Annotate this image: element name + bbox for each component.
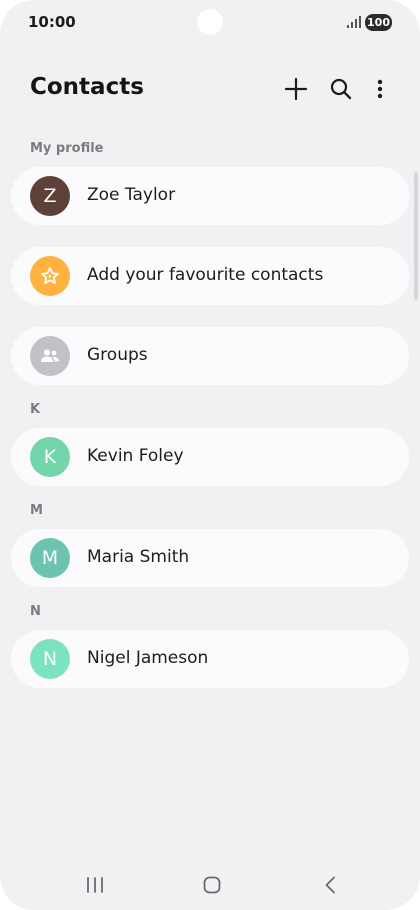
star-icon [41, 267, 59, 285]
avatar: Z [30, 176, 70, 216]
home-icon [203, 876, 221, 894]
status-time: 10:00 [28, 13, 76, 31]
section-label-k: K [30, 402, 41, 417]
groups-avatar [30, 336, 70, 376]
recent-apps-icon [87, 877, 103, 893]
add-contact-button[interactable] [281, 74, 311, 104]
people-icon [41, 349, 59, 362]
battery-indicator: 100 [365, 14, 392, 31]
avatar-initial: Z [43, 185, 57, 207]
section-label-m: M [30, 503, 43, 518]
back-icon [325, 876, 335, 894]
contact-name: Nigel Jameson [87, 648, 209, 668]
avatar: N [30, 639, 70, 679]
avatar: M [30, 538, 70, 578]
favourites-label: Add your favourite contacts [87, 265, 324, 285]
back-button[interactable] [315, 870, 345, 900]
section-label-my-profile: My profile [30, 141, 104, 156]
avatar-initial: N [42, 648, 58, 670]
avatar-initial: M [41, 547, 59, 569]
home-button[interactable] [197, 870, 227, 900]
contact-name: Maria Smith [87, 547, 190, 567]
signal-icon [347, 16, 361, 28]
groups-label: Groups [87, 345, 148, 365]
plus-icon [285, 78, 307, 100]
profile-card[interactable]: Z Zoe Taylor [11, 167, 409, 225]
avatar-initial: K [43, 446, 57, 468]
groups-card[interactable]: Groups [11, 327, 409, 385]
search-icon [330, 78, 352, 100]
more-options-button[interactable] [365, 74, 395, 104]
contact-item[interactable]: K Kevin Foley [11, 428, 409, 486]
search-button[interactable] [326, 74, 356, 104]
add-favourites-card[interactable]: Add your favourite contacts [11, 247, 409, 305]
section-label-n: N [30, 604, 41, 619]
page-title: Contacts [30, 74, 144, 100]
contact-name: Kevin Foley [87, 446, 184, 466]
favourites-avatar [30, 256, 70, 296]
front-camera [197, 9, 223, 35]
contact-item[interactable]: M Maria Smith [11, 529, 409, 587]
recent-apps-button[interactable] [80, 870, 110, 900]
contact-item[interactable]: N Nigel Jameson [11, 630, 409, 688]
avatar: K [30, 437, 70, 477]
contacts-screen: 10:00 100 Contacts My profile Z Zoe Tayl [0, 0, 420, 910]
profile-name: Zoe Taylor [87, 185, 176, 205]
scrollbar[interactable] [414, 172, 418, 300]
more-vertical-icon [377, 79, 383, 99]
